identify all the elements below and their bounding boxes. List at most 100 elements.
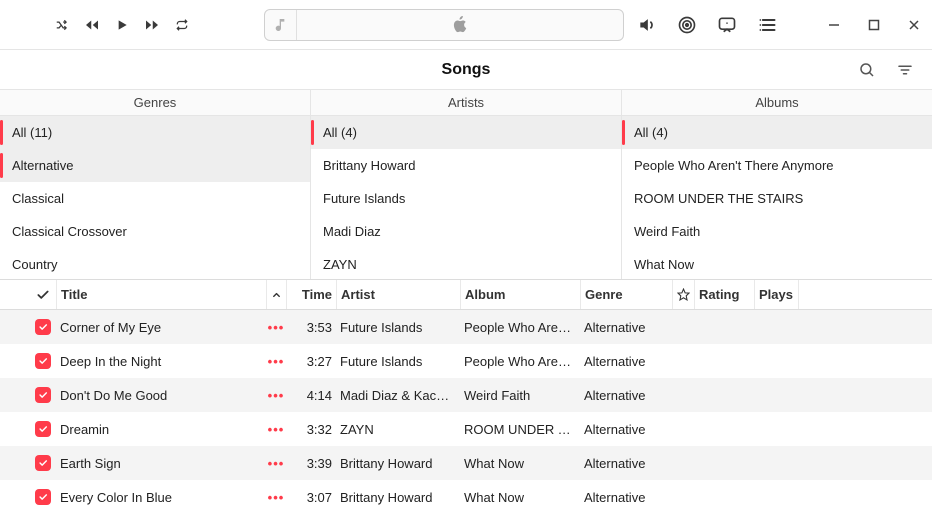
cell-genre: Alternative xyxy=(580,456,672,471)
music-note-icon xyxy=(265,10,297,40)
cell-artist: Brittany Howard xyxy=(336,456,460,471)
view-header: Songs xyxy=(0,50,932,90)
filter-button[interactable] xyxy=(892,57,918,83)
sort-ascending-icon[interactable] xyxy=(266,280,286,309)
header-artist[interactable]: Artist xyxy=(336,280,460,309)
table-row[interactable]: Dreamin•••3:32ZAYNROOM UNDER THE…Alterna… xyxy=(0,412,932,446)
table-row[interactable]: Corner of My Eye•••3:53Future IslandsPeo… xyxy=(0,310,932,344)
browser-item[interactable]: ROOM UNDER THE STAIRS xyxy=(622,182,932,215)
row-checkbox[interactable] xyxy=(30,489,56,505)
table-row[interactable]: Every Color In Blue•••3:07Brittany Howar… xyxy=(0,480,932,514)
cell-album: ROOM UNDER THE… xyxy=(460,422,580,437)
cell-title: Don't Do Me Good xyxy=(56,388,266,403)
cell-genre: Alternative xyxy=(580,422,672,437)
row-checkbox[interactable] xyxy=(30,319,56,335)
browser-item[interactable]: Madi Diaz xyxy=(311,215,621,248)
browser-item[interactable]: All (4) xyxy=(622,116,932,149)
repeat-button[interactable] xyxy=(170,13,194,37)
cell-artist: Future Islands xyxy=(336,320,460,335)
cell-album: Weird Faith xyxy=(460,388,580,403)
browser-column: ArtistsAll (4)Brittany HowardFuture Isla… xyxy=(310,90,621,279)
browser-item[interactable]: Classical Crossover xyxy=(0,215,310,248)
queue-button[interactable] xyxy=(754,12,780,38)
window-controls xyxy=(824,15,924,35)
browser-column: AlbumsAll (4)People Who Aren't There Any… xyxy=(621,90,932,279)
apple-logo-icon xyxy=(297,16,623,34)
play-button[interactable] xyxy=(110,13,134,37)
header-album[interactable]: Album xyxy=(460,280,580,309)
cell-title: Deep In the Night xyxy=(56,354,266,369)
now-playing-bar[interactable] xyxy=(264,9,624,41)
playback-controls xyxy=(50,13,194,37)
row-checkbox[interactable] xyxy=(30,421,56,437)
browser-column-header[interactable]: Albums xyxy=(622,90,932,116)
cell-time: 3:39 xyxy=(286,456,336,471)
previous-button[interactable] xyxy=(80,13,104,37)
row-checkbox[interactable] xyxy=(30,387,56,403)
browser-item[interactable]: Future Islands xyxy=(311,182,621,215)
header-genre[interactable]: Genre xyxy=(580,280,672,309)
browser-item[interactable]: Country xyxy=(0,248,310,279)
cell-genre: Alternative xyxy=(580,490,672,505)
cell-time: 3:07 xyxy=(286,490,336,505)
browser-column-header[interactable]: Artists xyxy=(311,90,621,116)
shuffle-button[interactable] xyxy=(50,13,74,37)
more-actions-button[interactable]: ••• xyxy=(266,354,286,369)
header-time[interactable]: Time xyxy=(286,280,336,309)
cell-artist: Madi Diaz & Kacey… xyxy=(336,388,460,403)
search-button[interactable] xyxy=(854,57,880,83)
page-title: Songs xyxy=(78,61,854,79)
browser-item[interactable]: All (4) xyxy=(311,116,621,149)
row-checkbox[interactable] xyxy=(30,455,56,471)
checkmark-icon xyxy=(35,489,51,505)
cell-time: 4:14 xyxy=(286,388,336,403)
checkmark-icon xyxy=(35,319,51,335)
more-actions-button[interactable]: ••• xyxy=(266,388,286,403)
close-button[interactable] xyxy=(904,15,924,35)
browser-item[interactable]: Classical xyxy=(0,182,310,215)
cell-time: 3:53 xyxy=(286,320,336,335)
lyrics-button[interactable]: " xyxy=(714,12,740,38)
songs-table-body: Corner of My Eye•••3:53Future IslandsPeo… xyxy=(0,310,932,514)
cell-time: 3:32 xyxy=(286,422,336,437)
browser-item[interactable]: Alternative xyxy=(0,149,310,182)
browser-item[interactable]: Brittany Howard xyxy=(311,149,621,182)
volume-button[interactable] xyxy=(634,12,660,38)
header-title[interactable]: Title xyxy=(56,280,266,309)
more-actions-button[interactable]: ••• xyxy=(266,456,286,471)
browser-item[interactable]: All (11) xyxy=(0,116,310,149)
browser-column-header[interactable]: Genres xyxy=(0,90,310,116)
cell-artist: Brittany Howard xyxy=(336,490,460,505)
more-actions-button[interactable]: ••• xyxy=(266,422,286,437)
table-row[interactable]: Deep In the Night•••3:27Future IslandsPe… xyxy=(0,344,932,378)
browser-item[interactable]: Weird Faith xyxy=(622,215,932,248)
cell-album: What Now xyxy=(460,490,580,505)
airplay-button[interactable] xyxy=(674,12,700,38)
table-row[interactable]: Don't Do Me Good•••4:14Madi Diaz & Kacey… xyxy=(0,378,932,412)
header-rating[interactable]: Rating xyxy=(694,280,754,309)
more-actions-button[interactable]: ••• xyxy=(266,490,286,505)
table-row[interactable]: Earth Sign•••3:39Brittany HowardWhat Now… xyxy=(0,446,932,480)
right-toolbar: " xyxy=(634,12,924,38)
header-check-icon[interactable] xyxy=(30,288,56,302)
maximize-button[interactable] xyxy=(864,15,884,35)
cell-title: Every Color In Blue xyxy=(56,490,266,505)
header-plays[interactable]: Plays xyxy=(754,280,798,309)
cell-album: People Who Aren't T… xyxy=(460,354,580,369)
cell-album: People Who Aren't T… xyxy=(460,320,580,335)
browser-item[interactable]: What Now xyxy=(622,248,932,279)
top-toolbar: " xyxy=(0,0,932,50)
cell-artist: ZAYN xyxy=(336,422,460,437)
cell-genre: Alternative xyxy=(580,320,672,335)
next-button[interactable] xyxy=(140,13,164,37)
browser-item[interactable]: ZAYN xyxy=(311,248,621,279)
cell-album: What Now xyxy=(460,456,580,471)
checkmark-icon xyxy=(35,387,51,403)
browser-item[interactable]: People Who Aren't There Anymore xyxy=(622,149,932,182)
row-checkbox[interactable] xyxy=(30,353,56,369)
more-actions-button[interactable]: ••• xyxy=(266,320,286,335)
minimize-button[interactable] xyxy=(824,15,844,35)
header-favorite-icon[interactable] xyxy=(672,280,694,309)
cell-genre: Alternative xyxy=(580,388,672,403)
column-browser: GenresAll (11)AlternativeClassicalClassi… xyxy=(0,90,932,280)
